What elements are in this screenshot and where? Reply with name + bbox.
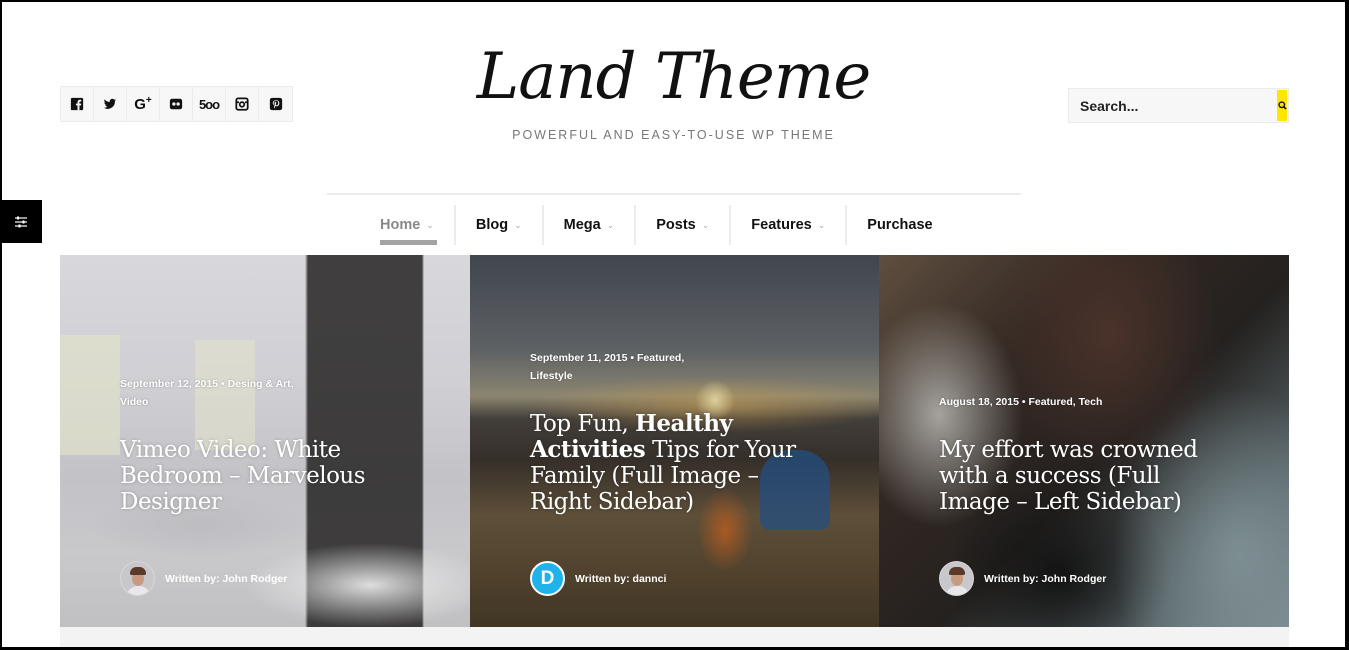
nav-item-label: Purchase [867, 217, 933, 233]
nav-item-mega[interactable]: Mega ⌄ [541, 205, 635, 245]
post-meta: August 18, 2015 • Featured, Tech [939, 393, 1219, 411]
author-name[interactable]: Written by: John Rodger [165, 573, 287, 585]
content-area [60, 627, 1289, 647]
chevron-down-icon: ⌄ [606, 219, 615, 230]
logo-tagline: POWERFUL AND EASY-TO-USE WP THEME [512, 128, 835, 142]
post-meta: September 12, 2015 • Desing & Art, Video [120, 375, 400, 411]
author-name[interactable]: Written by: dannci [575, 573, 666, 585]
featured-post-card[interactable]: September 12, 2015 • Desing & Art, Video… [60, 255, 470, 627]
sidebar-toggle-button[interactable] [2, 200, 42, 243]
nav-item-label: Blog [475, 217, 509, 233]
nav-item-purchase[interactable]: Purchase [845, 205, 952, 245]
post-title[interactable]: Vimeo Video: White Bedroom – Marvelous D… [120, 437, 400, 515]
nav-item-home[interactable]: Home ⌄ [360, 205, 454, 245]
post-date-categories[interactable]: September 12, 2015 • Desing & Art, [120, 375, 400, 393]
avatar [120, 561, 155, 596]
search-icon [1277, 101, 1287, 110]
nav-item-blog[interactable]: Blog ⌄ [453, 205, 542, 245]
sliders-icon [15, 216, 27, 227]
search-button[interactable] [1277, 90, 1287, 121]
post-meta: September 11, 2015 • Featured, Lifestyle [530, 349, 809, 385]
chevron-down-icon: ⌄ [817, 219, 826, 230]
nav-divider [327, 193, 1021, 195]
post-category[interactable]: Lifestyle [530, 367, 809, 385]
main-nav: Home ⌄ Blog ⌄ Mega ⌄ Posts ⌄ Features ⌄ Purch… [360, 205, 953, 245]
post-date-categories[interactable]: August 18, 2015 • Featured, Tech [939, 393, 1219, 411]
post-content: August 18, 2015 • Featured, Tech My effo… [939, 393, 1219, 515]
chevron-down-icon: ⌄ [514, 219, 522, 230]
active-indicator [380, 240, 437, 245]
chevron-down-icon: ⌄ [701, 219, 710, 230]
avatar: D [530, 561, 565, 596]
site-logo[interactable]: Land Theme POWERFUL AND EASY-TO-USE WP T… [2, 32, 1345, 142]
avatar [939, 561, 974, 596]
nav-item-label: Posts [656, 217, 696, 233]
featured-post-card[interactable]: September 11, 2015 • Featured, Lifestyle… [470, 255, 879, 627]
featured-slider: September 12, 2015 • Desing & Art, Video… [60, 255, 1289, 627]
post-title[interactable]: Top Fun, Healthy Activities Tips for You… [530, 411, 809, 516]
nav-item-label: Mega [563, 217, 601, 233]
post-category[interactable]: Video [120, 393, 400, 411]
post-title[interactable]: My effort was crowned with a success (Fu… [939, 437, 1219, 515]
nav-item-posts[interactable]: Posts ⌄ [634, 205, 729, 245]
nav-item-label: Features [751, 217, 812, 233]
post-author: D Written by: dannci [530, 561, 666, 596]
author-name[interactable]: Written by: John Rodger [984, 573, 1106, 585]
chevron-down-icon: ⌄ [426, 219, 434, 230]
featured-post-card[interactable]: August 18, 2015 • Featured, Tech My effo… [879, 255, 1289, 627]
post-content: September 11, 2015 • Featured, Lifestyle… [530, 349, 809, 515]
post-author: Written by: John Rodger [939, 561, 1106, 596]
nav-item-label: Home [380, 217, 421, 233]
post-author: Written by: John Rodger [120, 561, 287, 596]
page: G+ 5oo Land Theme POWERFUL AND EASY-TO-U… [2, 2, 1345, 647]
post-content: September 12, 2015 • Desing & Art, Video… [120, 375, 400, 515]
nav-item-features[interactable]: Features ⌄ [729, 205, 845, 245]
post-date-categories[interactable]: September 11, 2015 • Featured, [530, 349, 809, 367]
search-form [1068, 88, 1289, 123]
search-input[interactable] [1069, 89, 1276, 122]
